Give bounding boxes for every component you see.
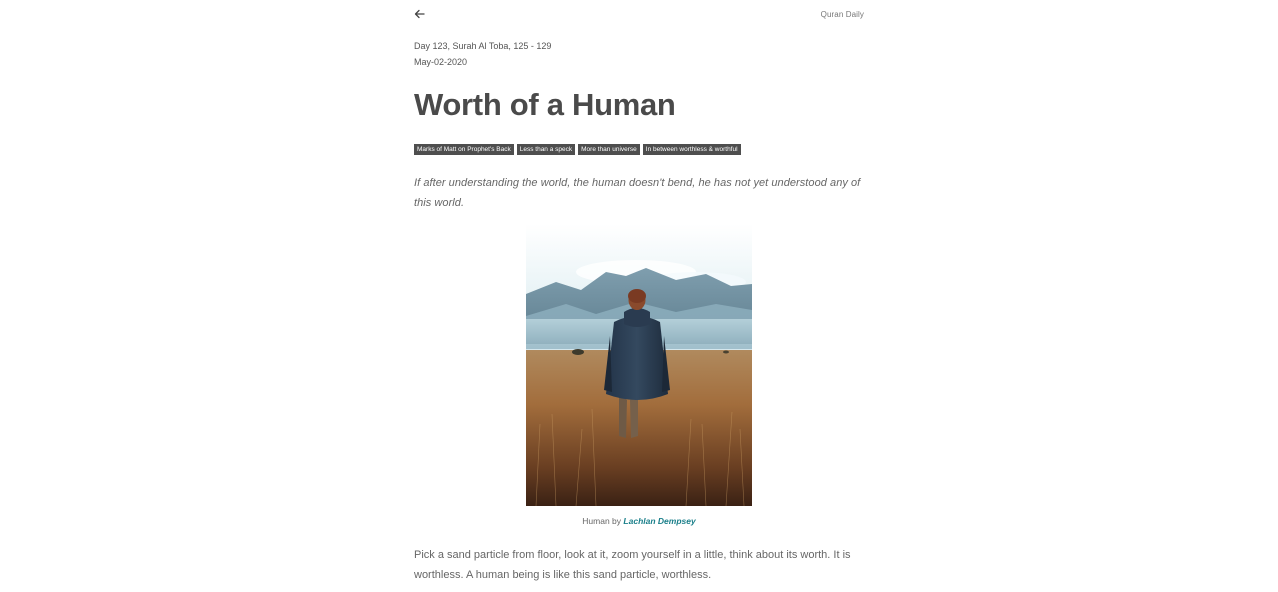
tag-item[interactable]: Less than a speck xyxy=(516,144,576,155)
photographer-link[interactable]: Lachlan Dempsey xyxy=(623,516,695,526)
caption-prefix: Human by xyxy=(582,516,622,526)
page: Quran Daily Day 123, Surah Al Toba, 125 … xyxy=(0,0,1278,592)
tag-item[interactable]: Marks of Matt on Prophet's Back xyxy=(414,144,514,155)
page-title: Worth of a Human xyxy=(414,87,676,122)
article-figure: Human by Lachlan Dempsey xyxy=(414,224,864,526)
surah-reference: Day 123, Surah Al Toba, 125 - 129 xyxy=(414,41,552,51)
lead-quote: If after understanding the world, the hu… xyxy=(414,177,861,209)
back-button[interactable] xyxy=(414,6,428,22)
post-meta: Day 123, Surah Al Toba, 125 - 129 May-02… xyxy=(414,38,864,70)
site-name-link[interactable]: Quran Daily xyxy=(821,10,864,19)
hero-photo xyxy=(526,224,752,506)
tag-item[interactable]: In between worthless & worthful xyxy=(642,144,741,155)
figure-caption: Human by Lachlan Dempsey xyxy=(414,516,864,526)
tag-list: Marks of Matt on Prophet's Back Less tha… xyxy=(414,144,864,155)
body-paragraph: Pick a sand particle from floor, look at… xyxy=(414,549,851,581)
arrow-left-icon xyxy=(414,9,425,19)
top-bar: Quran Daily xyxy=(414,0,864,30)
post-date: May-02-2020 xyxy=(414,57,468,67)
tag-item[interactable]: More than universe xyxy=(578,144,640,155)
article-column: Quran Daily Day 123, Surah Al Toba, 125 … xyxy=(414,0,864,591)
